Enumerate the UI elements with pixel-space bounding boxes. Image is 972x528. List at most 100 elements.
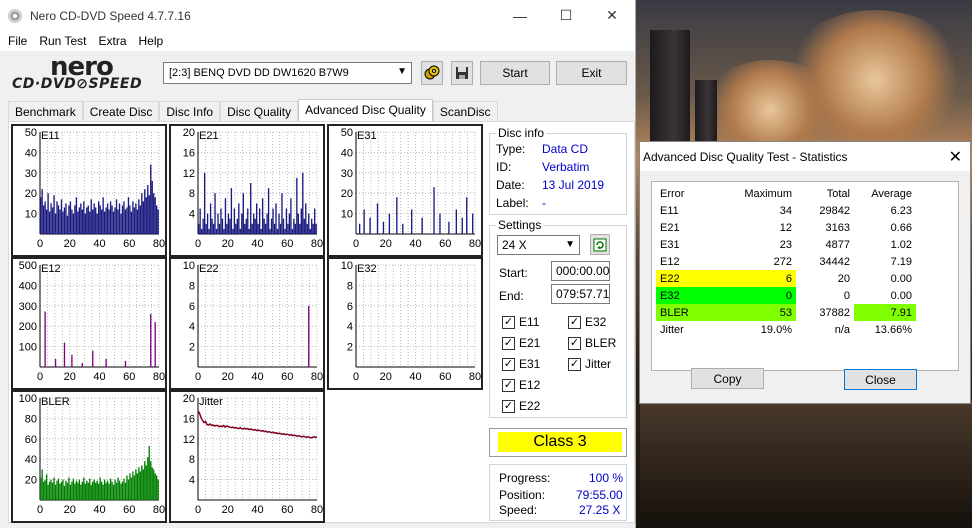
dialog-close-icon[interactable]: ✕ bbox=[949, 147, 962, 167]
checkmark-icon: ✓ bbox=[502, 357, 515, 371]
chart-bar bbox=[212, 223, 215, 234]
chart-bar bbox=[108, 483, 110, 500]
tab-disc-quality[interactable]: Disc Quality bbox=[220, 101, 299, 121]
y-tick-label: 12 bbox=[183, 168, 195, 180]
drive-select[interactable]: [2:3] BENQ DVD DD DW1620 B7W9 ▼ bbox=[163, 62, 412, 84]
y-tick-label: 6 bbox=[347, 301, 353, 313]
checkbox-e21[interactable]: ✓ E21 bbox=[502, 336, 540, 350]
checkbox-e11[interactable]: ✓ E11 bbox=[502, 315, 539, 329]
chart-bar bbox=[60, 481, 63, 500]
series-line bbox=[197, 410, 318, 439]
header-average: Average bbox=[871, 187, 912, 200]
checkbox-bler[interactable]: ✓ BLER bbox=[568, 336, 616, 350]
y-tick-label: 20 bbox=[25, 188, 37, 200]
menu-file[interactable]: File bbox=[2, 34, 33, 48]
checkbox-e12[interactable]: ✓ E12 bbox=[502, 378, 540, 392]
table-row: E31 23 4877 1.02 bbox=[656, 236, 916, 253]
checkbox-jitter[interactable]: ✓ Jitter bbox=[568, 357, 611, 371]
chart-bar bbox=[72, 213, 75, 234]
chart-bar bbox=[256, 203, 258, 234]
save-button[interactable] bbox=[451, 61, 473, 85]
checkbox-e32[interactable]: ✓ E32 bbox=[568, 315, 606, 329]
exit-button[interactable]: Exit bbox=[556, 61, 627, 85]
menu-help[interactable]: Help bbox=[133, 34, 170, 48]
floppy-icon bbox=[456, 67, 468, 79]
tab-create-disc[interactable]: Create Disc bbox=[82, 101, 160, 121]
chart-bar bbox=[127, 197, 130, 234]
cell-maximum: 23 bbox=[779, 238, 792, 251]
chart-plot: 2 4 6 8 10 0 20 40 60 80 E22 bbox=[183, 260, 323, 383]
chart-bar bbox=[62, 211, 64, 234]
chart-bar bbox=[291, 228, 294, 234]
start-input[interactable]: 000:00.00 bbox=[551, 261, 610, 281]
copy-button[interactable]: Copy bbox=[691, 368, 764, 389]
chart-bar bbox=[261, 198, 264, 234]
chart-bar bbox=[254, 218, 256, 234]
cell-error: BLER bbox=[656, 304, 728, 321]
table-header-row: Error Maximum Total Average bbox=[656, 185, 916, 202]
chart-bar bbox=[303, 218, 305, 234]
chart-bar bbox=[132, 471, 134, 500]
refresh-button[interactable] bbox=[590, 234, 610, 255]
chart-bar bbox=[156, 205, 158, 234]
checkmark-icon: ✓ bbox=[568, 357, 581, 371]
chart-bar bbox=[41, 469, 43, 500]
chart-bar bbox=[472, 213, 474, 234]
close-button[interactable]: ✕ bbox=[589, 0, 635, 31]
disc-eject-button[interactable] bbox=[421, 61, 443, 85]
x-tick-label: 60 bbox=[281, 504, 293, 516]
chart-bar bbox=[150, 313, 152, 367]
chart-bar bbox=[99, 205, 101, 234]
cell-average: 7.19 bbox=[890, 255, 912, 268]
maximize-button[interactable]: ☐ bbox=[543, 0, 589, 31]
chart-bar bbox=[77, 482, 79, 500]
chart-bar bbox=[145, 197, 147, 234]
minimize-button[interactable]: — bbox=[497, 0, 543, 31]
speed-select[interactable]: 24 X ▼ bbox=[497, 235, 580, 255]
chart-bar bbox=[214, 193, 216, 234]
end-input[interactable]: 079:57.71 bbox=[551, 284, 610, 304]
chart-title: E31 bbox=[357, 130, 377, 142]
chart-bar bbox=[71, 481, 73, 500]
y-tick-label: 6 bbox=[189, 301, 195, 313]
x-tick-label: 0 bbox=[353, 238, 359, 250]
start-button[interactable]: Start bbox=[480, 61, 550, 85]
chart-bar bbox=[226, 223, 228, 234]
chart-bar bbox=[154, 322, 156, 367]
x-tick-label: 80 bbox=[153, 371, 165, 383]
id-value: Verbatim bbox=[542, 160, 590, 174]
chart-bar bbox=[153, 193, 155, 234]
tab-benchmark[interactable]: Benchmark bbox=[8, 101, 83, 121]
cell-error: E12 bbox=[660, 255, 680, 268]
chart-bar bbox=[148, 195, 150, 234]
chart-bar bbox=[121, 481, 124, 500]
cell-maximum: 12 bbox=[779, 221, 792, 234]
y-tick-label: 100 bbox=[19, 393, 37, 405]
chart-bar bbox=[63, 342, 66, 367]
tab-advanced-disc-quality[interactable]: Advanced Disc Quality bbox=[298, 99, 433, 121]
checkbox-label: BLER bbox=[585, 336, 617, 350]
chart-bar bbox=[281, 193, 283, 234]
y-tick-label: 8 bbox=[347, 280, 353, 292]
chart-bar bbox=[133, 207, 136, 234]
menu-extra[interactable]: Extra bbox=[92, 34, 132, 48]
tab-scandisc[interactable]: ScanDisc bbox=[432, 101, 498, 121]
date-label: Date: bbox=[496, 178, 525, 192]
chart-e31: 10 20 30 40 50 0 20 40 60 80 E31 bbox=[327, 124, 483, 257]
y-tick-label: 20 bbox=[183, 393, 195, 405]
chart-bar bbox=[69, 484, 72, 500]
table-row: Jitter 19.0% n/a 13.66% bbox=[656, 321, 916, 338]
chart-bar bbox=[218, 223, 221, 234]
x-tick-label: 0 bbox=[195, 238, 201, 250]
chart-bar bbox=[111, 481, 113, 500]
chart-bar bbox=[80, 203, 82, 234]
chart-bar bbox=[205, 223, 207, 234]
menu-run-test[interactable]: Run Test bbox=[33, 34, 92, 48]
x-tick-label: 20 bbox=[380, 371, 392, 383]
dialog-close-button[interactable]: Close bbox=[844, 369, 917, 390]
tab-disc-info[interactable]: Disc Info bbox=[159, 101, 221, 121]
checkmark-icon: ✓ bbox=[568, 336, 581, 350]
checkbox-e22[interactable]: ✓ E22 bbox=[502, 399, 540, 413]
checkbox-e31[interactable]: ✓ E31 bbox=[502, 357, 540, 371]
chart-bar bbox=[112, 211, 115, 234]
